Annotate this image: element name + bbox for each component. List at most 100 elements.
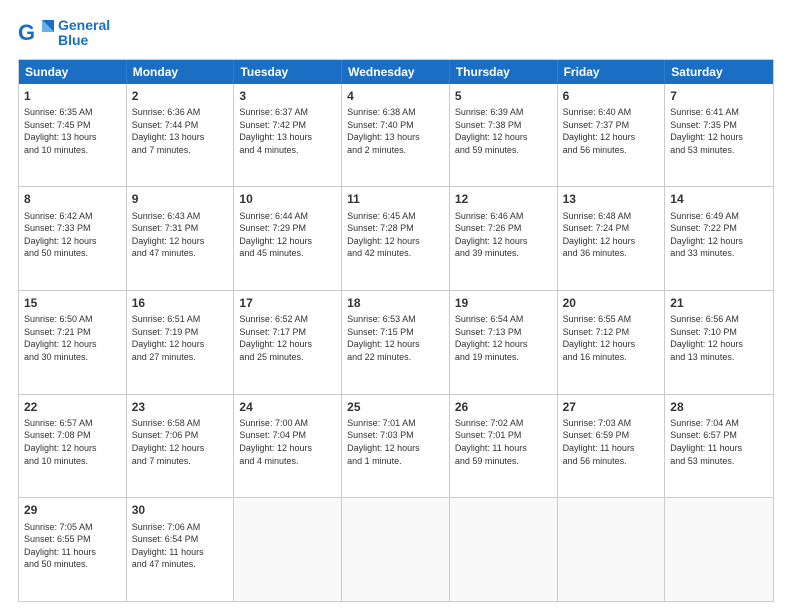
calendar-cell-13: 13 Sunrise: 6:48 AM Sunset: 7:24 PM Dayli… xyxy=(558,187,666,290)
day-content: Sunrise: 6:46 AM Sunset: 7:26 PM Dayligh… xyxy=(455,210,552,260)
day-content: Sunrise: 6:44 AM Sunset: 7:29 PM Dayligh… xyxy=(239,210,336,260)
day-content: Sunrise: 7:04 AM Sunset: 6:57 PM Dayligh… xyxy=(670,417,768,467)
calendar-cell-29: 29 Sunrise: 7:05 AM Sunset: 6:55 PM Dayli… xyxy=(19,498,127,601)
calendar-row-4: 22 Sunrise: 6:57 AM Sunset: 7:08 PM Dayli… xyxy=(19,394,773,498)
day-content: Sunrise: 7:01 AM Sunset: 7:03 PM Dayligh… xyxy=(347,417,444,467)
day-number: 3 xyxy=(239,88,336,104)
calendar-cell-8: 8 Sunrise: 6:42 AM Sunset: 7:33 PM Daylig… xyxy=(19,187,127,290)
calendar-cell-28: 28 Sunrise: 7:04 AM Sunset: 6:57 PM Dayli… xyxy=(665,395,773,498)
calendar-cell-6: 6 Sunrise: 6:40 AM Sunset: 7:37 PM Daylig… xyxy=(558,84,666,187)
calendar-cell-19: 19Sunrise: 6:54 AM Sunset: 7:13 PM Dayli… xyxy=(450,291,558,394)
calendar-cell-7: 7Sunrise: 6:41 AM Sunset: 7:35 PM Daylig… xyxy=(665,84,773,187)
calendar-cell-24: 24Sunrise: 7:00 AM Sunset: 7:04 PM Dayli… xyxy=(234,395,342,498)
day-number: 13 xyxy=(563,191,660,207)
calendar-cell-empty-4-5 xyxy=(558,498,666,601)
calendar-cell-empty-4-6 xyxy=(665,498,773,601)
calendar-cell-26: 26 Sunrise: 7:02 AM Sunset: 7:01 PM Dayli… xyxy=(450,395,558,498)
day-content: Sunrise: 7:05 AM Sunset: 6:55 PM Dayligh… xyxy=(24,521,121,571)
calendar-cell-14: 14 Sunrise: 6:49 AM Sunset: 7:22 PM Dayli… xyxy=(665,187,773,290)
weekday-header-monday: Monday xyxy=(127,60,235,84)
day-content: Sunrise: 6:43 AM Sunset: 7:31 PM Dayligh… xyxy=(132,210,229,260)
day-content: Sunrise: 7:06 AM Sunset: 6:54 PM Dayligh… xyxy=(132,521,229,571)
day-content: Sunrise: 6:40 AM Sunset: 7:37 PM Dayligh… xyxy=(563,106,660,156)
day-number: 22 xyxy=(24,399,121,415)
day-content: Sunrise: 6:57 AM Sunset: 7:08 PM Dayligh… xyxy=(24,417,121,467)
day-number: 16 xyxy=(132,295,229,311)
day-number: 30 xyxy=(132,502,229,518)
calendar-row-1: 1 Sunrise: 6:35 AM Sunset: 7:45 PM Daylig… xyxy=(19,84,773,187)
day-content: Sunrise: 6:50 AM Sunset: 7:21 PM Dayligh… xyxy=(24,313,121,363)
header: G General Blue xyxy=(18,18,774,49)
calendar-cell-4: 4Sunrise: 6:38 AM Sunset: 7:40 PM Daylig… xyxy=(342,84,450,187)
weekday-header-friday: Friday xyxy=(558,60,666,84)
day-content: Sunrise: 6:37 AM Sunset: 7:42 PM Dayligh… xyxy=(239,106,336,156)
day-number: 5 xyxy=(455,88,552,104)
calendar-cell-empty-4-3 xyxy=(342,498,450,601)
calendar-cell-11: 11Sunrise: 6:45 AM Sunset: 7:28 PM Dayli… xyxy=(342,187,450,290)
day-number: 4 xyxy=(347,88,444,104)
day-number: 21 xyxy=(670,295,768,311)
day-number: 17 xyxy=(239,295,336,311)
day-number: 1 xyxy=(24,88,121,104)
day-content: Sunrise: 7:02 AM Sunset: 7:01 PM Dayligh… xyxy=(455,417,552,467)
calendar-cell-10: 10 Sunrise: 6:44 AM Sunset: 7:29 PM Dayli… xyxy=(234,187,342,290)
day-number: 8 xyxy=(24,191,121,207)
day-content: Sunrise: 6:45 AM Sunset: 7:28 PM Dayligh… xyxy=(347,210,444,260)
calendar-row-3: 15 Sunrise: 6:50 AM Sunset: 7:21 PM Dayli… xyxy=(19,290,773,394)
day-number: 7 xyxy=(670,88,768,104)
calendar-cell-15: 15 Sunrise: 6:50 AM Sunset: 7:21 PM Dayli… xyxy=(19,291,127,394)
day-number: 6 xyxy=(563,88,660,104)
calendar-header: SundayMondayTuesdayWednesdayThursdayFrid… xyxy=(19,60,773,84)
day-content: Sunrise: 6:49 AM Sunset: 7:22 PM Dayligh… xyxy=(670,210,768,260)
weekday-header-wednesday: Wednesday xyxy=(342,60,450,84)
weekday-header-tuesday: Tuesday xyxy=(234,60,342,84)
calendar-row-2: 8 Sunrise: 6:42 AM Sunset: 7:33 PM Daylig… xyxy=(19,186,773,290)
calendar-cell-2: 2 Sunrise: 6:36 AM Sunset: 7:44 PM Daylig… xyxy=(127,84,235,187)
day-content: Sunrise: 6:42 AM Sunset: 7:33 PM Dayligh… xyxy=(24,210,121,260)
logo-svg: G xyxy=(18,18,54,48)
calendar-cell-9: 9Sunrise: 6:43 AM Sunset: 7:31 PM Daylig… xyxy=(127,187,235,290)
weekday-header-sunday: Sunday xyxy=(19,60,127,84)
calendar-body: 1 Sunrise: 6:35 AM Sunset: 7:45 PM Daylig… xyxy=(19,84,773,601)
day-number: 28 xyxy=(670,399,768,415)
calendar-cell-17: 17 Sunrise: 6:52 AM Sunset: 7:17 PM Dayli… xyxy=(234,291,342,394)
calendar-cell-empty-4-2 xyxy=(234,498,342,601)
calendar-cell-23: 23 Sunrise: 6:58 AM Sunset: 7:06 PM Dayli… xyxy=(127,395,235,498)
calendar-cell-18: 18Sunrise: 6:53 AM Sunset: 7:15 PM Dayli… xyxy=(342,291,450,394)
day-number: 23 xyxy=(132,399,229,415)
day-content: Sunrise: 6:54 AM Sunset: 7:13 PM Dayligh… xyxy=(455,313,552,363)
weekday-header-thursday: Thursday xyxy=(450,60,558,84)
day-number: 20 xyxy=(563,295,660,311)
day-content: Sunrise: 6:51 AM Sunset: 7:19 PM Dayligh… xyxy=(132,313,229,363)
day-content: Sunrise: 6:36 AM Sunset: 7:44 PM Dayligh… xyxy=(132,106,229,156)
calendar-cell-empty-4-4 xyxy=(450,498,558,601)
calendar-cell-20: 20 Sunrise: 6:55 AM Sunset: 7:12 PM Dayli… xyxy=(558,291,666,394)
calendar: SundayMondayTuesdayWednesdayThursdayFrid… xyxy=(18,59,774,602)
day-content: Sunrise: 6:56 AM Sunset: 7:10 PM Dayligh… xyxy=(670,313,768,363)
day-number: 14 xyxy=(670,191,768,207)
calendar-row-5: 29 Sunrise: 7:05 AM Sunset: 6:55 PM Dayli… xyxy=(19,497,773,601)
day-number: 29 xyxy=(24,502,121,518)
day-content: Sunrise: 6:55 AM Sunset: 7:12 PM Dayligh… xyxy=(563,313,660,363)
calendar-cell-25: 25 Sunrise: 7:01 AM Sunset: 7:03 PM Dayli… xyxy=(342,395,450,498)
day-number: 12 xyxy=(455,191,552,207)
calendar-cell-21: 21 Sunrise: 6:56 AM Sunset: 7:10 PM Dayli… xyxy=(665,291,773,394)
day-number: 27 xyxy=(563,399,660,415)
day-number: 15 xyxy=(24,295,121,311)
page: G General Blue SundayMondayTuesdayWednes… xyxy=(0,0,792,612)
day-number: 2 xyxy=(132,88,229,104)
calendar-cell-5: 5Sunrise: 6:39 AM Sunset: 7:38 PM Daylig… xyxy=(450,84,558,187)
svg-text:G: G xyxy=(18,20,35,45)
weekday-header-saturday: Saturday xyxy=(665,60,773,84)
day-content: Sunrise: 6:52 AM Sunset: 7:17 PM Dayligh… xyxy=(239,313,336,363)
calendar-cell-22: 22 Sunrise: 6:57 AM Sunset: 7:08 PM Dayli… xyxy=(19,395,127,498)
calendar-cell-16: 16 Sunrise: 6:51 AM Sunset: 7:19 PM Dayli… xyxy=(127,291,235,394)
day-content: Sunrise: 6:48 AM Sunset: 7:24 PM Dayligh… xyxy=(563,210,660,260)
logo: G General Blue xyxy=(18,18,110,49)
day-content: Sunrise: 6:58 AM Sunset: 7:06 PM Dayligh… xyxy=(132,417,229,467)
day-content: Sunrise: 6:53 AM Sunset: 7:15 PM Dayligh… xyxy=(347,313,444,363)
day-number: 26 xyxy=(455,399,552,415)
day-number: 25 xyxy=(347,399,444,415)
day-number: 10 xyxy=(239,191,336,207)
day-content: Sunrise: 6:35 AM Sunset: 7:45 PM Dayligh… xyxy=(24,106,121,156)
